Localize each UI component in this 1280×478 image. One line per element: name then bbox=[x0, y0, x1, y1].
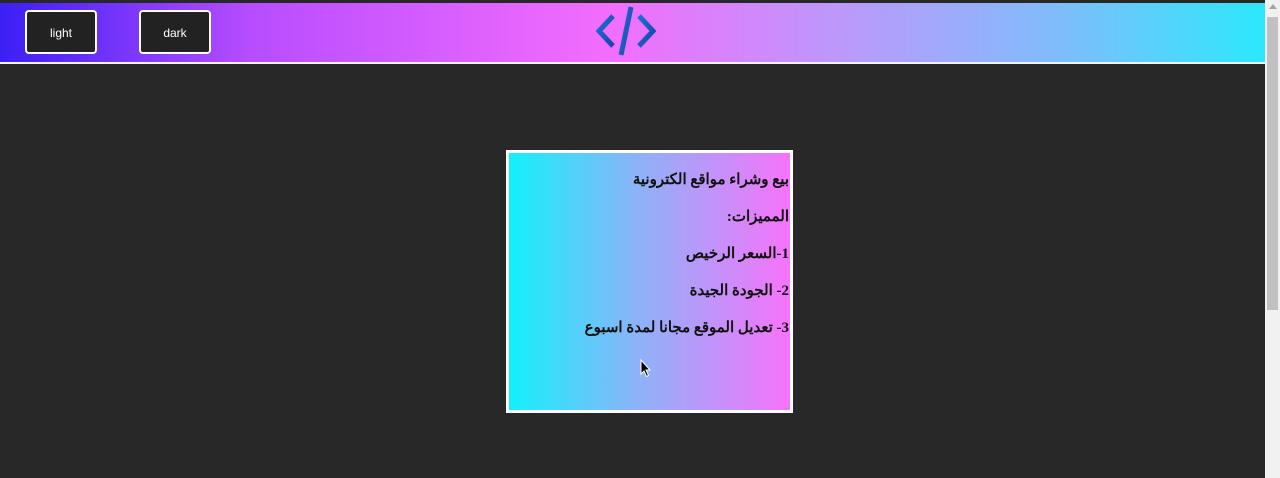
scrollbar-thumb[interactable] bbox=[1267, 17, 1278, 310]
scroll-up-arrow-icon[interactable] bbox=[1269, 4, 1277, 9]
card-title: بيع وشراء مواقع الكترونية bbox=[632, 172, 789, 188]
light-theme-button[interactable]: light bbox=[25, 10, 97, 54]
feature-item-1: 1-السعر الرخيص bbox=[685, 246, 789, 262]
code-brackets-icon bbox=[596, 6, 656, 56]
feature-item-3: 3- تعديل الموقع مجانا لمدة اسبوع bbox=[584, 320, 789, 336]
vertical-scrollbar[interactable] bbox=[1265, 0, 1280, 478]
features-heading: المميزات: bbox=[726, 209, 789, 225]
dark-theme-button[interactable]: dark bbox=[139, 10, 211, 54]
mouse-pointer-icon bbox=[640, 359, 652, 378]
feature-item-2: 2- الجودة الجيدة bbox=[689, 283, 789, 299]
viewport: light dark بيع وشراء مواقع الكترونية الم… bbox=[0, 0, 1265, 478]
header-bar: light dark bbox=[0, 3, 1265, 64]
page: light dark بيع وشراء مواقع الكترونية الم… bbox=[0, 0, 1280, 478]
